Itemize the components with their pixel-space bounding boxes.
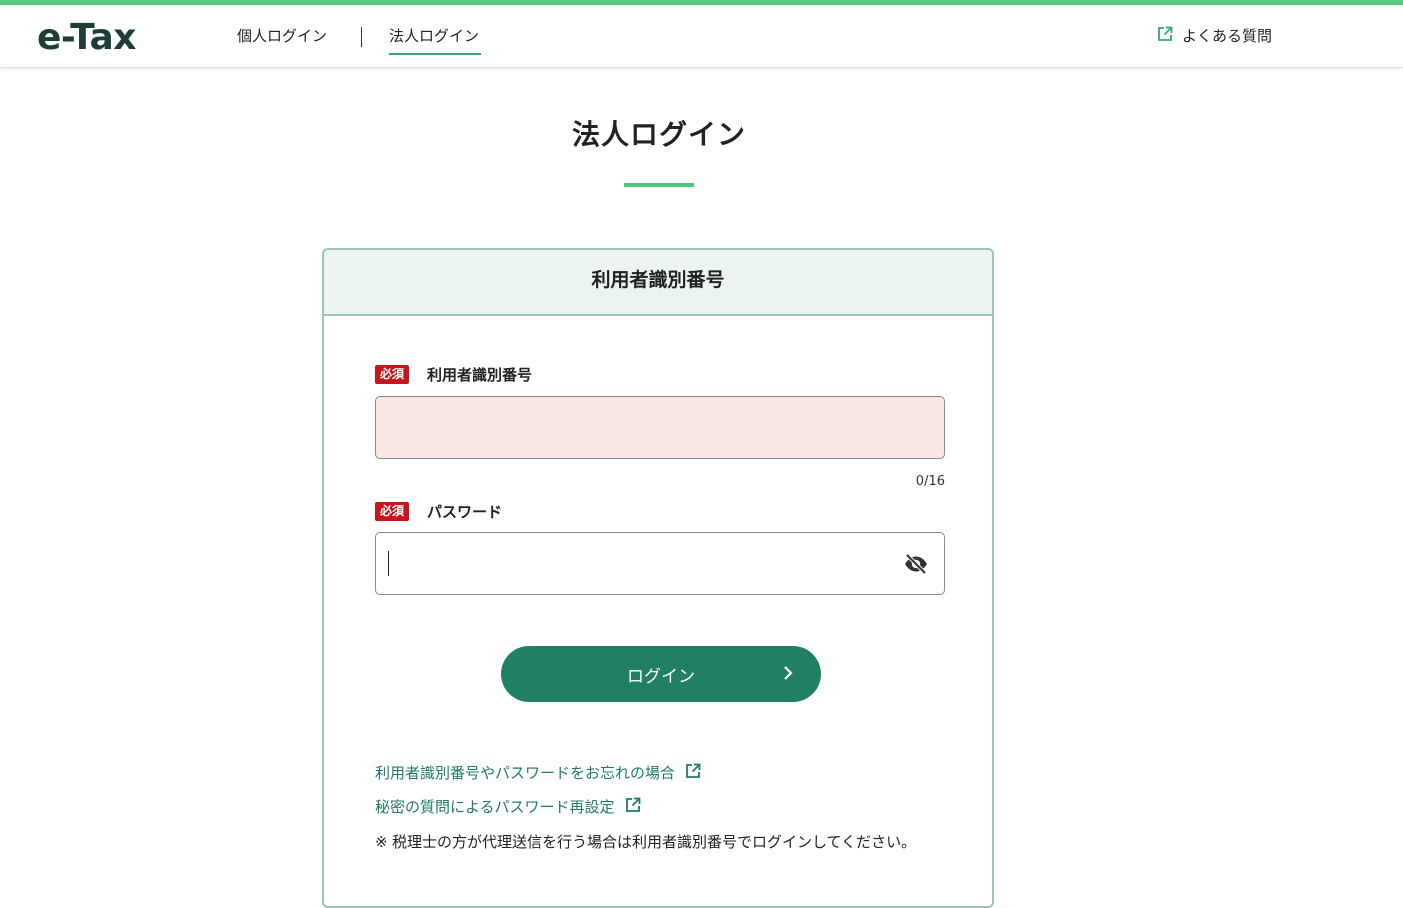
text-caret [388,551,389,576]
tax-accountant-note: ※ 税理士の方が代理送信を行う場合は利用者識別番号でログインしてください。 [375,830,935,854]
faq-link[interactable]: よくある質問 [1157,25,1272,46]
password-label-text: パスワード [427,503,503,521]
chevron-right-icon [783,665,793,686]
user-id-input[interactable] [375,396,945,459]
nav-corporate-login[interactable]: 法人ログイン [389,25,482,55]
note-mark: ※ [375,833,388,851]
page-title: 法人ログイン [571,118,746,151]
forgot-credentials-link[interactable]: 利用者識別番号やパスワードをお忘れの場合 [375,762,701,783]
login-card: 利用者識別番号 必須 利用者識別番号 0/16 必須 パスワード ログイン 利用… [322,248,994,908]
external-link-icon [625,797,641,817]
login-button[interactable]: ログイン [501,646,821,702]
header: e-Tax 個人ログイン 法人ログイン よくある質問 [0,5,1403,68]
user-id-char-counter: 0/16 [915,474,945,489]
password-reset-label: 秘密の質問によるパスワード再設定 [375,798,615,816]
password-input[interactable] [388,533,892,596]
required-badge: 必須 [375,365,410,384]
password-field [375,532,945,596]
external-link-icon [1157,26,1173,46]
note-text: 税理士の方が代理送信を行う場合は利用者識別番号でログインしてください。 [392,833,917,851]
nav-individual-login[interactable]: 個人ログイン [237,25,327,55]
external-link-icon [685,763,701,783]
nav-separator [361,27,362,47]
faq-label: よくある質問 [1182,27,1273,45]
user-id-label-text: 利用者識別番号 [427,366,533,384]
user-id-label: 必須 利用者識別番号 [375,364,532,385]
etax-logo[interactable]: e-Tax [37,17,137,58]
card-heading: 利用者識別番号 [324,250,992,316]
forgot-credentials-label: 利用者識別番号やパスワードをお忘れの場合 [375,764,676,782]
password-label: 必須 パスワード [375,501,502,522]
title-underline [624,183,694,187]
login-button-label: ログイン [627,666,695,687]
eye-off-icon[interactable] [903,552,929,576]
password-reset-link[interactable]: 秘密の質問によるパスワード再設定 [375,796,641,817]
required-badge: 必須 [375,502,410,521]
